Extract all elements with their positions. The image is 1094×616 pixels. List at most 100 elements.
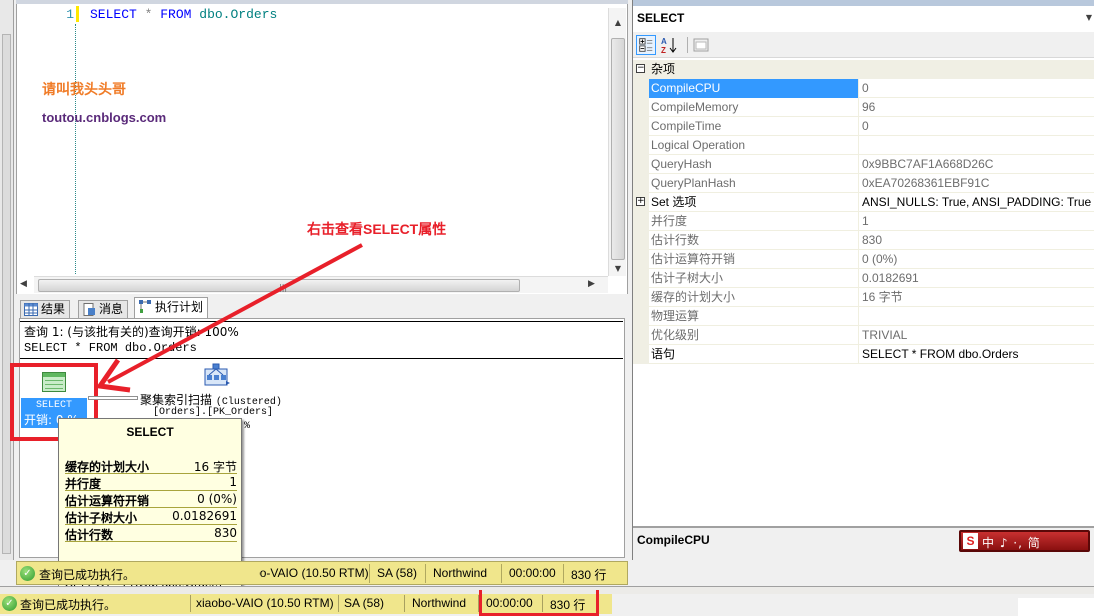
scroll-right-icon[interactable]: ▶ (588, 279, 595, 289)
code-line[interactable]: SELECT * FROM dbo.Orders (90, 7, 277, 22)
row-gutter (633, 288, 649, 307)
property-value[interactable]: 0 (0%) (860, 250, 1094, 269)
ime-toolbar[interactable]: S 中 ♪ ·, 简 (959, 530, 1090, 552)
property-name: CompileCPU (649, 79, 859, 98)
tooltip-row: 并行度 1 (65, 474, 237, 491)
property-name: 缓存的计划大小 (649, 288, 859, 307)
tab-execution-plan[interactable]: 执行计划 (134, 297, 209, 318)
status-database: Northwind (412, 596, 467, 610)
tooltip-row: 估计运算符开销 0 (0%) (65, 491, 237, 508)
property-row[interactable]: CompileTime 0 (633, 117, 1094, 136)
chevron-down-icon[interactable]: ▼ (1086, 13, 1092, 22)
property-row[interactable]: + Set 选项 ANSI_NULLS: True, ANSI_PADDING: T… (633, 193, 1094, 212)
property-category[interactable]: − 杂项 (633, 60, 1094, 79)
status-message: 查询已成功执行。 (20, 598, 117, 612)
ime-status-text: 中 ♪ ·, 简 (982, 536, 1041, 550)
success-check-icon: ✓ (20, 566, 35, 581)
property-name: 估计运算符开销 (649, 250, 859, 269)
tab-label: 消息 (99, 302, 124, 316)
status-elapsed: 00:00:00 (509, 566, 556, 580)
property-name: 优化级别 (649, 326, 859, 345)
row-gutter (633, 345, 649, 364)
editor-vertical-scrollbar[interactable]: ▲ ▼ (608, 8, 626, 276)
property-value[interactable]: 1 (860, 212, 1094, 231)
scroll-thumb[interactable]: ||| (38, 279, 520, 292)
description-title: CompileCPU (637, 533, 710, 547)
plan-connector-arrow (88, 396, 138, 400)
divider (20, 321, 623, 322)
property-value[interactable]: 830 (860, 231, 1094, 250)
properties-object-selector[interactable]: SELECT ▼ (633, 7, 1094, 31)
property-value[interactable]: 16 字节 (860, 288, 1094, 307)
property-value[interactable] (860, 136, 1094, 155)
property-row[interactable]: CompileMemory 96 (633, 98, 1094, 117)
property-value[interactable]: 0.0182691 (860, 269, 1094, 288)
tooltip-key: 估计行数 (65, 528, 114, 542)
property-row[interactable]: 并行度 1 (633, 212, 1094, 231)
property-value[interactable]: 96 (860, 98, 1094, 117)
property-value[interactable]: 0xEA70268361EBF91C (860, 174, 1094, 193)
separator (425, 564, 426, 583)
property-row[interactable]: 估计运算符开销 0 (0%) (633, 250, 1094, 269)
query-editor[interactable] (16, 0, 628, 294)
property-pages-icon[interactable] (691, 35, 711, 55)
row-gutter (633, 136, 649, 155)
keyword-select: SELECT (90, 7, 137, 22)
scroll-thumb[interactable] (611, 38, 625, 260)
expand-icon[interactable]: + (636, 197, 645, 206)
editor-horizontal-scrollbar[interactable]: ◀ ||| ▶ (20, 276, 608, 293)
property-name: QueryHash (649, 155, 859, 174)
plan-query-header: 查询 1: (与该批有关的)查询开销: 100% (24, 325, 239, 339)
property-value[interactable]: 0x9BBC7AF1A668D26C (860, 155, 1094, 174)
property-value[interactable]: 0 (860, 117, 1094, 136)
property-name: QueryPlanHash (649, 174, 859, 193)
properties-title-bar (633, 0, 1094, 6)
property-row[interactable]: 语句 SELECT * FROM dbo.Orders (633, 345, 1094, 364)
property-row[interactable]: 优化级别 TRIVIAL (633, 326, 1094, 345)
property-value[interactable] (860, 307, 1094, 326)
property-row[interactable]: 估计行数 830 (633, 231, 1094, 250)
tab-label: 执行计划 (155, 300, 204, 314)
separator (501, 564, 502, 583)
tooltip-row: 估计行数 830 (65, 525, 237, 542)
row-gutter (633, 250, 649, 269)
document-tab-strip (16, 0, 628, 4)
properties-toolbar: AZ (633, 32, 1094, 58)
property-row[interactable]: QueryPlanHash 0xEA70268361EBF91C (633, 174, 1094, 193)
sogou-logo-icon: S (963, 533, 978, 549)
collapse-icon[interactable]: − (636, 64, 645, 73)
property-value[interactable]: ANSI_NULLS: True, ANSI_PADDING: True (860, 193, 1094, 212)
outline-guide (75, 24, 76, 274)
modified-line-marker (76, 6, 79, 22)
left-panel-scrollbar[interactable] (2, 34, 11, 554)
scroll-up-icon[interactable]: ▲ (613, 18, 623, 27)
scroll-down-icon[interactable]: ▼ (613, 264, 623, 273)
scan-node-label[interactable]: 聚集索引扫描 (Clustered) (140, 391, 282, 408)
sort-alpha-icon[interactable]: AZ (659, 35, 679, 55)
property-row[interactable]: 估计子树大小 0.0182691 (633, 269, 1094, 288)
property-value[interactable]: 0 (860, 79, 1094, 98)
separator (563, 564, 564, 583)
property-row[interactable]: CompileCPU 0 (633, 79, 1094, 98)
categorized-icon[interactable] (636, 35, 656, 55)
watermark-author: 请叫我头头哥 (42, 82, 126, 98)
clustered-index-scan-icon[interactable] (204, 363, 230, 387)
scroll-left-icon[interactable]: ◀ (20, 279, 27, 289)
selected-object-name: SELECT (637, 11, 685, 25)
tab-label: 结果 (41, 302, 66, 316)
property-row[interactable]: 缓存的计划大小 16 字节 (633, 288, 1094, 307)
property-row[interactable]: Logical Operation (633, 136, 1094, 155)
property-value[interactable]: TRIVIAL (860, 326, 1094, 345)
watermark-url: toutou.cnblogs.com (42, 110, 167, 125)
property-value[interactable]: SELECT * FROM dbo.Orders (860, 345, 1094, 364)
property-row[interactable]: 物理运算 (633, 307, 1094, 326)
toolbar-separator (687, 37, 688, 53)
grid-icon (24, 303, 38, 316)
tab-messages[interactable]: 消息 (78, 300, 129, 318)
property-row[interactable]: QueryHash 0x9BBC7AF1A668D26C (633, 155, 1094, 174)
tooltip-key: 估计运算符开销 (65, 494, 150, 508)
tooltip-value: 0.0182691 (172, 509, 237, 523)
tab-results[interactable]: 结果 (20, 300, 71, 318)
property-name: 并行度 (649, 212, 859, 231)
left-panel-edge (0, 0, 14, 560)
